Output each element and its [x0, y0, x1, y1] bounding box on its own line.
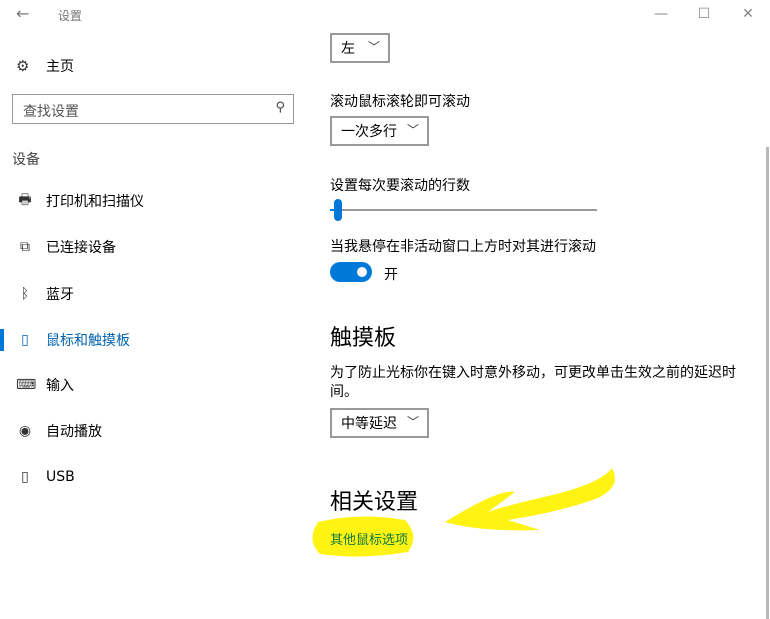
- close-button[interactable]: ✕: [738, 4, 758, 24]
- toggle-knob: [357, 267, 367, 277]
- minimize-button[interactable]: —: [651, 4, 671, 24]
- keyboard-icon: ⌨: [16, 377, 37, 393]
- touchpad-heading: 触摸板: [330, 326, 397, 351]
- window-title: 设置: [58, 9, 83, 23]
- sidebar-item-3[interactable]: ▯ 鼠标和触摸板: [0, 325, 310, 355]
- search-placeholder: 查找设置: [23, 104, 79, 120]
- chevron-down-icon: ﹀: [406, 415, 419, 429]
- usb-icon: ▯: [21, 469, 29, 485]
- sidebar-home[interactable]: ⚙ 主页: [16, 56, 74, 76]
- search-icon[interactable]: ⚲: [275, 100, 285, 115]
- sidebar-item-label: 输入: [46, 378, 74, 394]
- sidebar-item-label: 打印机和扫描仪: [46, 194, 144, 210]
- chevron-down-icon: ﹀: [406, 123, 419, 137]
- search-input[interactable]: 查找设置 ⚲: [12, 94, 294, 124]
- scroll-wheel-label: 滚动鼠标滚轮即可滚动: [330, 94, 470, 110]
- sidebar-item-label: 鼠标和触摸板: [46, 333, 130, 349]
- section-title: 设备: [12, 152, 40, 168]
- sidebar-item-6[interactable]: ▯ USB: [0, 462, 310, 492]
- autoplay-icon: ◉: [18, 423, 32, 439]
- toggle-state-text: 开: [384, 267, 398, 283]
- sidebar-item-label: USB: [46, 469, 75, 485]
- sidebar-item-5[interactable]: ◉ 自动播放: [0, 416, 310, 446]
- mouse-icon: ▯: [21, 332, 29, 348]
- inactive-scroll-label: 当我悬停在非活动窗口上方时对其进行滚动: [330, 239, 596, 255]
- title-bar: ← 设置 — ☐ ✕: [0, 0, 770, 30]
- connected-devices-icon: ⧉: [20, 239, 30, 255]
- gear-icon: ⚙: [16, 57, 30, 75]
- primary-button-value: 左: [341, 41, 355, 57]
- scroll-wheel-select[interactable]: 一次多行 ﹀: [330, 116, 429, 146]
- printer-icon: 🖶: [18, 192, 32, 208]
- sidebar-item-label: 蓝牙: [46, 287, 74, 303]
- lines-slider-track[interactable]: [330, 209, 597, 211]
- touchpad-description: 为了防止光标你在键入时意外移动，可更改单击生效之前的延迟时间。: [330, 365, 736, 400]
- scroll-wheel-value: 一次多行: [341, 124, 397, 140]
- scrollbar[interactable]: [758, 30, 770, 619]
- sidebar-item-1[interactable]: ⧉ 已连接设备: [0, 232, 310, 262]
- highlight-arrow-icon: [445, 468, 615, 531]
- chevron-down-icon: ﹀: [367, 40, 380, 54]
- sidebar-item-label: 自动播放: [46, 424, 102, 440]
- inactive-scroll-toggle[interactable]: [330, 262, 372, 282]
- back-arrow-icon[interactable]: ←: [16, 6, 32, 22]
- related-settings-heading: 相关设置: [330, 490, 419, 515]
- maximize-button[interactable]: ☐: [694, 4, 714, 24]
- home-label: 主页: [46, 59, 74, 75]
- sidebar-item-0[interactable]: 🖶 打印机和扫描仪: [0, 186, 310, 216]
- lines-label: 设置每次要滚动的行数: [330, 178, 470, 194]
- active-indicator: [0, 329, 4, 351]
- sidebar-item-4[interactable]: ⌨ 输入: [0, 370, 310, 400]
- sidebar-item-label: 已连接设备: [46, 240, 116, 256]
- scrollbar-thumb[interactable]: [766, 147, 769, 619]
- sidebar-item-2[interactable]: ᛒ 蓝牙: [0, 279, 310, 309]
- lines-slider-thumb[interactable]: [334, 199, 342, 221]
- other-mouse-options-link[interactable]: 其他鼠标选项: [330, 529, 408, 548]
- touchpad-delay-select[interactable]: 中等延迟 ﹀: [330, 408, 429, 438]
- touchpad-delay-value: 中等延迟: [341, 416, 397, 432]
- bluetooth-icon: ᛒ: [20, 286, 30, 302]
- primary-button-select[interactable]: 左 ﹀: [330, 33, 390, 63]
